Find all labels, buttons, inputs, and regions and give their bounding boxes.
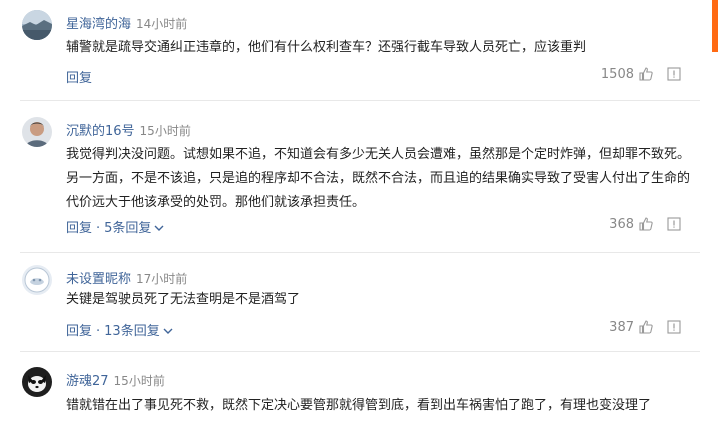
comment-item: 星海湾的海 14小时前 辅警就是疏导交通纠正违章的，他们有什么权利查车？还强行截车… bbox=[0, 0, 700, 100]
chevron-down-icon[interactable] bbox=[154, 221, 164, 236]
reply-button[interactable]: 回复 bbox=[66, 71, 92, 86]
comment-item: 游魂27 15小时前 错就错在出了事见死不救，既然下定决心要管那就得管到底，看到出… bbox=[0, 352, 700, 437]
thumbs-up-icon[interactable] bbox=[638, 216, 654, 232]
avatar[interactable] bbox=[22, 367, 52, 397]
view-replies-button[interactable]: 5条回复 bbox=[104, 221, 151, 236]
avatar[interactable] bbox=[22, 265, 52, 295]
report-icon[interactable] bbox=[666, 216, 682, 232]
comment-text: 辅警就是疏导交通纠正违章的，他们有什么权利查车？还强行截车导致人员死亡，应该重判 bbox=[66, 40, 587, 55]
chevron-down-icon[interactable] bbox=[163, 324, 173, 339]
comment-text: 错就错在出了事见死不救，既然下定决心要管那就得管到底，看到出车祸害怕了跑了，有理… bbox=[66, 398, 652, 413]
timestamp: 14小时前 bbox=[136, 17, 188, 31]
like-count: 1508 bbox=[600, 66, 634, 82]
comment-text: 我觉得判决没问题。试想如果不追，不知道会有多少无关人员会遭难，虽然那是个定时炸弹… bbox=[66, 147, 691, 210]
reply-button[interactable]: 回复 bbox=[66, 221, 92, 236]
like-count: 368 bbox=[609, 216, 634, 232]
comment-item: 未设置昵称 17小时前 关键是驾驶员死了无法查明是不是酒驾了 回复 · 13条回复 3… bbox=[0, 253, 700, 351]
avatar[interactable] bbox=[22, 117, 52, 147]
side-accent-bar bbox=[712, 0, 718, 52]
username[interactable]: 游魂27 bbox=[66, 374, 109, 389]
report-icon[interactable] bbox=[666, 319, 682, 335]
comment-text: 关键是驾驶员死了无法查明是不是酒驾了 bbox=[66, 292, 301, 307]
timestamp: 15小时前 bbox=[113, 374, 165, 388]
view-replies-button[interactable]: 13条回复 bbox=[104, 324, 160, 339]
comment-item: 沉默的16号 15小时前 我觉得判决没问题。试想如果不追，不知道会有多少无关人员会… bbox=[0, 101, 700, 252]
report-icon[interactable] bbox=[666, 66, 682, 82]
username[interactable]: 未设置昵称 bbox=[66, 272, 131, 287]
thumbs-up-icon[interactable] bbox=[638, 66, 654, 82]
avatar[interactable] bbox=[22, 10, 52, 40]
timestamp: 15小时前 bbox=[139, 124, 191, 138]
like-count: 387 bbox=[609, 319, 634, 335]
timestamp: 17小时前 bbox=[136, 272, 188, 286]
reply-button[interactable]: 回复 bbox=[66, 324, 92, 339]
username[interactable]: 星海湾的海 bbox=[66, 17, 131, 32]
thumbs-up-icon[interactable] bbox=[638, 319, 654, 335]
username[interactable]: 沉默的16号 bbox=[66, 124, 135, 139]
